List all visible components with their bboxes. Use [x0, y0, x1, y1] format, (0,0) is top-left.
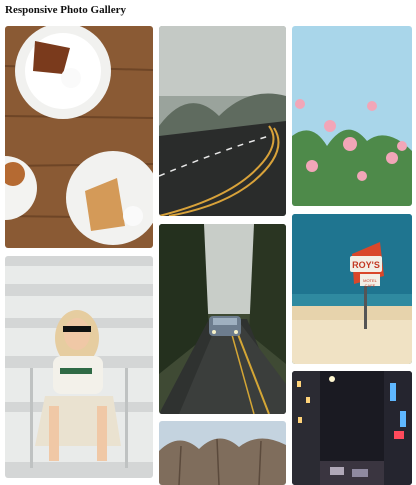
page-title: Responsive Photo Gallery	[5, 4, 126, 16]
roys-sign-text: ROY'S	[352, 260, 380, 270]
photo-woman-stadium[interactable]	[5, 256, 153, 478]
city-street-night-image	[292, 371, 412, 485]
woman-in-stadium-seats-image	[5, 256, 153, 478]
plates-with-cake-image	[5, 26, 153, 248]
photo-city-night[interactable]	[292, 371, 412, 485]
roys-motel-sign-image: ROY'S MOTEL CAFE	[292, 214, 412, 364]
photo-roys-sign[interactable]: ROY'S MOTEL CAFE	[292, 214, 412, 364]
car-on-forest-road-image	[159, 224, 286, 414]
photo-pink-flowers[interactable]	[292, 26, 412, 206]
photo-car-road[interactable]	[159, 224, 286, 414]
pink-flowers-sky-image	[292, 26, 412, 206]
photo-bare-trees[interactable]	[159, 421, 286, 485]
photo-foggy-road[interactable]	[159, 26, 286, 216]
photo-cake-plates[interactable]	[5, 26, 153, 248]
cafe-sign-text: CAFE	[365, 283, 376, 288]
foggy-mountain-road-image	[159, 26, 286, 216]
bare-trees-sky-image	[159, 421, 286, 485]
